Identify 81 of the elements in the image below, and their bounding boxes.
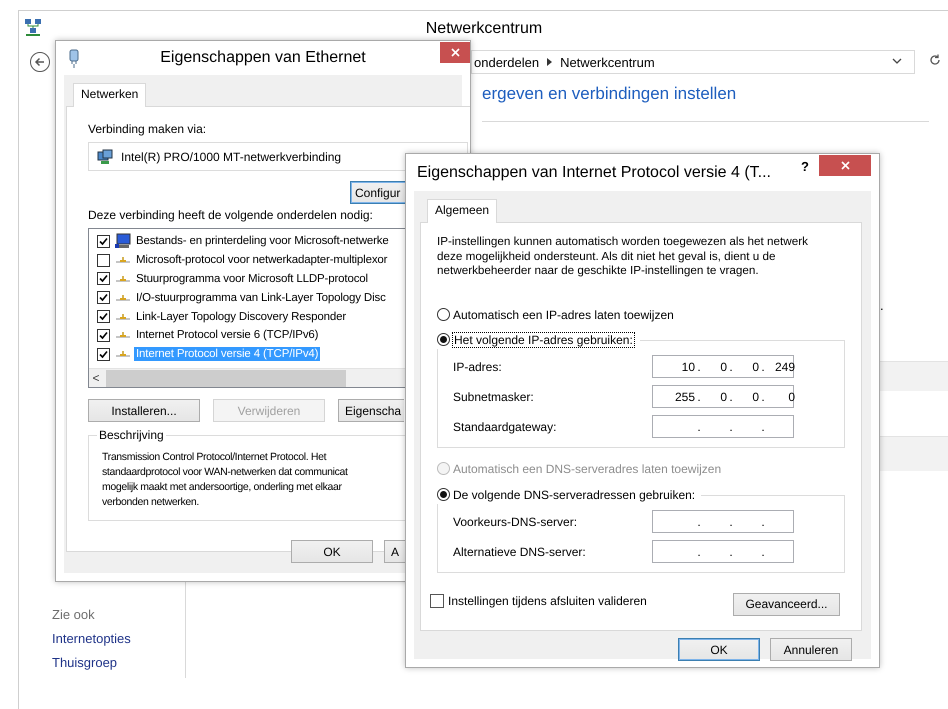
checkbox[interactable]: [430, 594, 444, 608]
network-protocol-icon: [116, 312, 130, 321]
checkbox-label: Instellingen tijdens afsluiten valideren: [448, 594, 647, 608]
option-label: De volgende DNS-serveradressen gebruiken:: [453, 488, 696, 502]
row-highlight: [878, 436, 948, 471]
network-protocol-icon: [116, 331, 130, 340]
action-button[interactable]: Eigenscha: [338, 399, 404, 422]
ip-address-field[interactable]: . . .: [652, 510, 794, 533]
checkbox[interactable]: [97, 348, 110, 361]
network-protocol-icon: [116, 294, 130, 302]
network-protocol-icon: [116, 274, 130, 283]
dropdown-chevron-icon: [892, 58, 902, 64]
breadcrumb-item[interactable]: onderdelen: [474, 54, 540, 70]
row-highlight: [878, 361, 948, 391]
configure-button[interactable]: Configur: [350, 181, 406, 204]
scrollbar-thumb[interactable]: [106, 370, 346, 387]
description-text: Transmission Control Protocol/Internet Protocol. Het standaardprotocol voor WAN-netwerken dat communicat mogelijk maakt met andersoortige, onderling met elkaar verbonden netwerken.: [102, 450, 348, 510]
field-label: Standaardgateway:: [453, 420, 558, 434]
close-icon: [450, 48, 460, 57]
group-title: Beschrijving: [97, 428, 166, 442]
adapter-name: Intel(R) PRO/1000 MT-netwerkverbinding: [121, 150, 342, 164]
component-label[interactable]: Internet Protocol versie 6 (TCP/IPv6): [136, 329, 318, 342]
checkmark-icon: [99, 236, 108, 246]
plug-icon: [68, 49, 80, 69]
network-adapter-icon: [97, 148, 113, 164]
close-icon: [840, 161, 850, 170]
field-label: Verbinding maken via:: [88, 122, 206, 136]
tab[interactable]: Algemeen: [427, 199, 498, 223]
component-label[interactable]: Microsoft-protocol voor netwerkadapter-multiplexor: [136, 254, 388, 266]
window-title: Netwerkcentrum: [426, 20, 542, 38]
computer-icon: [115, 233, 131, 250]
checkbox[interactable]: [97, 328, 110, 342]
checkbox[interactable]: [97, 234, 110, 248]
dialog-title: Eigenschappen van Ethernet: [160, 49, 366, 67]
field-label: Alternatieve DNS-server:: [453, 544, 587, 558]
close-button[interactable]: [440, 42, 470, 63]
checkbox[interactable]: [97, 291, 110, 304]
sidebar-link[interactable]: Thuisgroep: [52, 655, 185, 670]
network-protocol-icon: [116, 350, 130, 358]
close-button[interactable]: [819, 155, 871, 176]
dialog-button[interactable]: Annuleren: [770, 638, 852, 661]
dialog-button[interactable]: OK: [291, 540, 373, 563]
dialog-title: Eigenschappen van Internet Protocol versie 4 (T...: [417, 164, 771, 182]
checkbox[interactable]: [97, 272, 110, 286]
radio-button[interactable]: [437, 488, 450, 501]
component-label[interactable]: I/O-stuurprogramma van Link-Layer Topology Disc: [136, 292, 386, 304]
ip-address-field[interactable]: . . .: [652, 415, 794, 438]
sidebar-link[interactable]: Internetopties: [52, 631, 185, 646]
action-button[interactable]: Installeren...: [88, 399, 200, 422]
field-label: Voorkeurs-DNS-server:: [453, 514, 578, 528]
network-protocol-icon: [116, 256, 130, 264]
help-button[interactable]: ?: [801, 159, 809, 174]
ip-address-field[interactable]: . . .: [652, 540, 794, 563]
component-label[interactable]: Bestands- en printerdeling voor Microsoft-netwerke: [136, 235, 389, 248]
page-heading: ergeven en verbindingen instellen: [482, 84, 736, 104]
section-heading: Zie ook: [52, 607, 96, 622]
dialog-button[interactable]: OK: [678, 638, 760, 661]
checkbox[interactable]: [97, 254, 110, 267]
option-label: Automatisch een DNS-serveradres laten toewijzen: [453, 462, 722, 476]
field-label: IP-adres:: [453, 360, 503, 374]
dialog-button[interactable]: A: [384, 540, 406, 563]
breadcrumb-arrow-icon: [547, 58, 552, 66]
ip-address-field[interactable]: 255 . 0 . 0 . 0: [652, 385, 794, 408]
tab[interactable]: Netwerken: [73, 83, 146, 107]
advanced-button[interactable]: Geavanceerd...: [733, 592, 840, 616]
ip-address-field[interactable]: 10 . 0 . 0 . 249: [652, 355, 794, 378]
scroll-left-button[interactable]: <: [89, 371, 103, 386]
network-icon: [23, 17, 43, 37]
radio-button[interactable]: [437, 333, 450, 346]
checkbox[interactable]: [97, 310, 110, 324]
option-label: Automatisch een IP-adres laten toewijzen: [453, 308, 674, 322]
radio-button[interactable]: [437, 308, 450, 321]
component-label[interactable]: Stuurprogramma voor Microsoft LLDP-protocol: [136, 272, 368, 285]
list-label: Deze verbinding heeft de volgende onderdelen nodig:: [88, 208, 373, 222]
component-label[interactable]: Link-Layer Topology Discovery Responder: [136, 310, 346, 323]
field-label: Subnetmasker:: [453, 390, 535, 404]
breadcrumb-item[interactable]: Netwerkcentrum: [560, 54, 655, 70]
option-label: Het volgende IP-adres gebruiken:: [453, 332, 634, 346]
text-fragment: .: [880, 298, 884, 313]
refresh-icon[interactable]: [929, 54, 941, 66]
intro-text: IP-instellingen kunnen automatisch worden toegewezen als het netwerk deze mogelijkheid ondersteunt. Als dit niet het geval is, dient u de netwerkbeheerder naar de geschikte IP-instellingen te vragen.: [437, 235, 809, 278]
